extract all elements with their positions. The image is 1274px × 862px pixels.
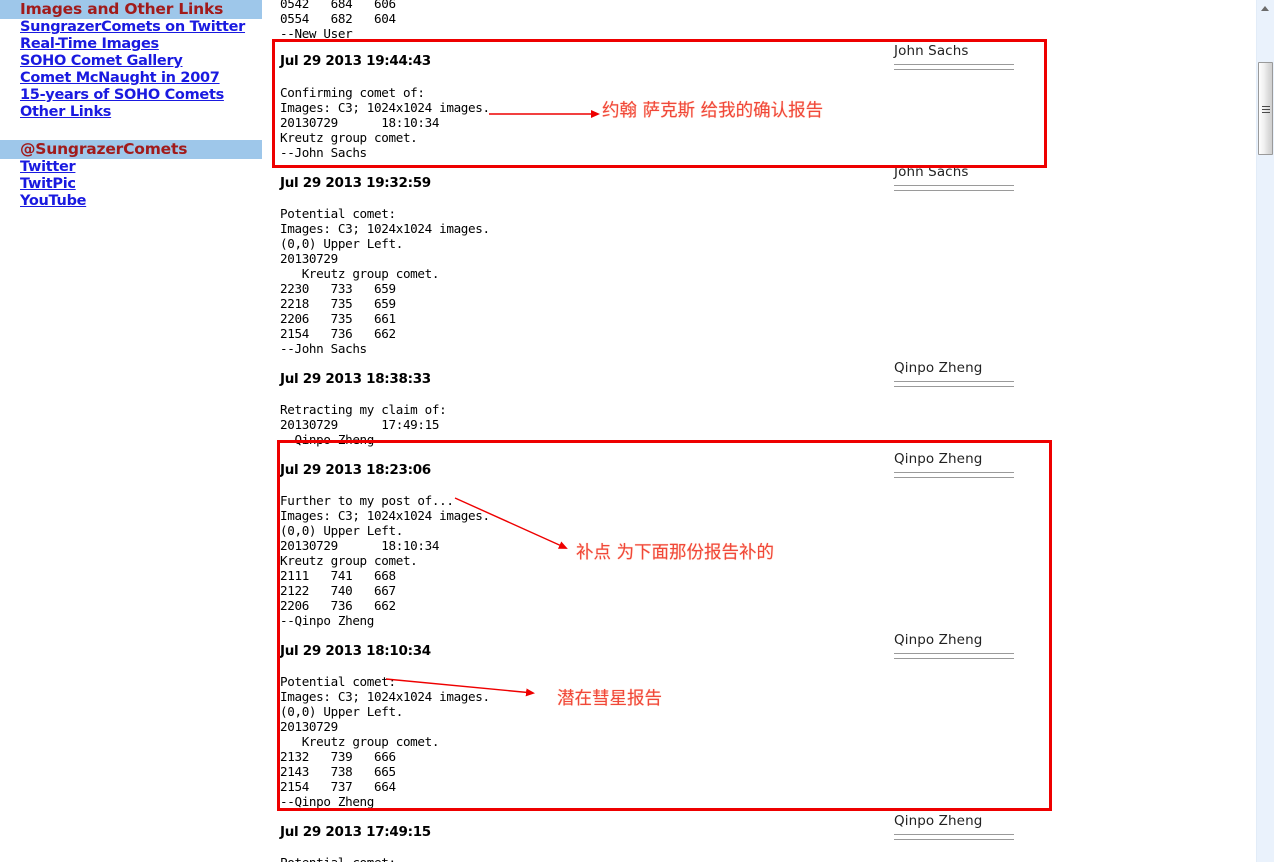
post-date: Jul 29 2013 18:10:34 <box>280 643 431 659</box>
partial-post-top-body: 0542 684 606 0554 682 604 --New User <box>280 0 396 41</box>
grip-lines-icon <box>1262 109 1270 110</box>
author-divider <box>894 658 1014 659</box>
author-divider <box>894 653 1014 654</box>
author-divider <box>894 839 1014 840</box>
post-body: Potential comet: <box>262 855 396 862</box>
sidebar-section-header-images: Images and Other Links <box>0 0 262 19</box>
sidebar-section-header-sungrazercomets: @SungrazerComets <box>0 140 262 159</box>
author-divider <box>894 64 1014 65</box>
post-author-name: Qinpo Zheng <box>894 451 983 467</box>
post-body: Further to my post of... Images: C3; 102… <box>280 493 490 628</box>
sidebar-link-real-time-images[interactable]: Real-Time Images <box>0 36 262 53</box>
post-body: Potential comet: Images: C3; 1024x1024 i… <box>280 206 490 356</box>
author-divider <box>894 190 1014 191</box>
grip-lines-icon <box>1262 106 1270 107</box>
post-author-name: John Sachs <box>894 164 969 180</box>
post-body: Confirming comet of: Images: C3; 1024x10… <box>280 85 490 160</box>
post-author: John Sachs <box>894 43 1014 70</box>
author-divider <box>894 477 1014 478</box>
post-author: Qinpo Zheng <box>894 632 1014 659</box>
triangle-up-icon <box>1261 6 1269 11</box>
reports-list: 0542 684 606 0554 682 604 --New User Jul… <box>262 0 1248 862</box>
post-body: Potential comet: Images: C3; 1024x1024 i… <box>280 674 490 809</box>
post-author: Qinpo Zheng <box>894 451 1014 478</box>
post-author: John Sachs <box>894 164 1014 191</box>
post-date: Jul 29 2013 18:38:33 <box>280 371 431 387</box>
author-divider <box>894 69 1014 70</box>
post-author-name: Qinpo Zheng <box>894 813 983 829</box>
sidebar: Images and Other Links SungrazerComets o… <box>0 0 262 862</box>
post-date: Jul 29 2013 19:44:43 <box>280 53 431 69</box>
post-author: Qinpo Zheng <box>894 360 1014 387</box>
author-divider <box>894 472 1014 473</box>
post-date: Jul 29 2013 18:23:06 <box>280 462 431 478</box>
post-author: Qinpo Zheng <box>894 813 1014 840</box>
post-date: Jul 29 2013 19:32:59 <box>280 175 431 191</box>
page-root: Images and Other Links SungrazerComets o… <box>0 0 1274 862</box>
sidebar-link-other-links[interactable]: Other Links <box>0 104 262 121</box>
author-divider <box>894 381 1014 382</box>
post-body: Retracting my claim of: 20130729 17:49:1… <box>280 402 447 447</box>
author-divider <box>894 185 1014 186</box>
post-author-name: John Sachs <box>894 43 969 59</box>
grip-lines-icon <box>1262 112 1270 113</box>
post-author-name: Qinpo Zheng <box>894 632 983 648</box>
sidebar-link-twitter[interactable]: Twitter <box>0 159 262 176</box>
sidebar-link-comet-mcnaught-in-2007[interactable]: Comet McNaught in 2007 <box>0 70 262 87</box>
vertical-scrollbar[interactable] <box>1256 0 1274 862</box>
sidebar-link-soho-comet-gallery[interactable]: SOHO Comet Gallery <box>0 53 262 70</box>
sidebar-link-twitpic[interactable]: TwitPic <box>0 176 262 193</box>
author-divider <box>894 834 1014 835</box>
scroll-up-button[interactable] <box>1257 2 1274 16</box>
scrollbar-thumb[interactable] <box>1258 62 1273 155</box>
author-divider <box>894 386 1014 387</box>
post-date: Jul 29 2013 17:49:15 <box>280 824 431 840</box>
sidebar-link-15-years-of-soho-comets[interactable]: 15-years of SOHO Comets <box>0 87 262 104</box>
sidebar-link-sungrazercomets-on-twitter[interactable]: SungrazerComets on Twitter <box>0 19 262 36</box>
post-author-name: Qinpo Zheng <box>894 360 983 376</box>
sidebar-link-youtube[interactable]: YouTube <box>0 193 262 210</box>
